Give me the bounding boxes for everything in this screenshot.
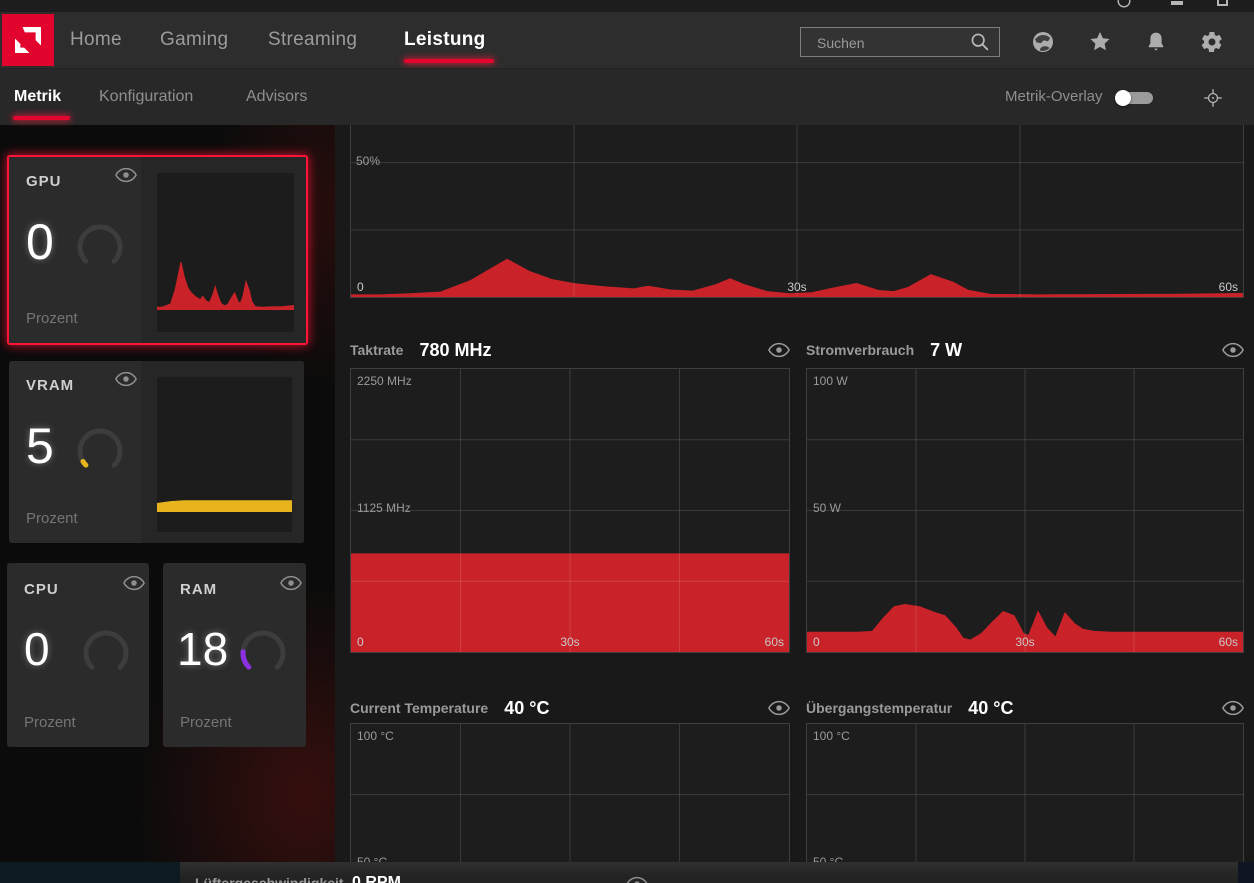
metric-card-ram[interactable]: RAM 18 Prozent xyxy=(163,563,306,747)
active-subtab-underline xyxy=(13,116,70,120)
top-nav: Home Gaming Streaming Leistung xyxy=(0,12,1254,68)
bell-icon[interactable] xyxy=(1144,30,1168,54)
metric-card-gpu[interactable]: GPU 0 Prozent xyxy=(7,155,308,345)
metrik-overlay-toggle[interactable] xyxy=(1115,90,1153,106)
panel-title: Current Temperature xyxy=(350,700,489,716)
star-icon[interactable] xyxy=(1088,30,1112,54)
nav-item-streaming[interactable]: Streaming xyxy=(268,12,357,68)
panel-header-taktrate: Taktrate 780 MHz xyxy=(350,328,790,372)
panel-value: 780 MHz xyxy=(419,339,492,360)
active-tab-underline xyxy=(404,59,494,63)
crosshair-icon[interactable] xyxy=(1203,88,1223,108)
visibility-icon[interactable] xyxy=(1222,342,1244,358)
ram-gauge xyxy=(240,630,286,676)
help-icon[interactable] xyxy=(1117,0,1131,8)
minimize-icon[interactable] xyxy=(1171,1,1183,5)
gpu-card-sparkline-pane xyxy=(141,157,306,343)
metric-value: 0 xyxy=(26,214,54,270)
metric-unit: Prozent xyxy=(180,714,232,731)
globe-icon[interactable] xyxy=(1031,30,1055,54)
metric-value: 0 xyxy=(24,623,50,675)
uebergangstemperatur-chart: 100 °C 50 °C xyxy=(806,723,1244,883)
metric-label: RAM xyxy=(180,581,218,598)
tab-konfiguration[interactable]: Konfiguration xyxy=(99,69,193,125)
visibility-icon[interactable] xyxy=(115,167,137,183)
panel-value: 40 °C xyxy=(968,697,1014,718)
nav-item-gaming[interactable]: Gaming xyxy=(160,12,228,68)
vram-card-sparkline-pane xyxy=(141,361,304,543)
metric-card-cpu[interactable]: CPU 0 Prozent xyxy=(7,563,149,747)
panel-title: Stromverbrauch xyxy=(806,342,915,358)
metric-label: CPU xyxy=(24,581,59,598)
background-strip-right xyxy=(1238,862,1254,883)
search-input[interactable] xyxy=(815,28,959,58)
gpu-utilization-chart: 50% 0 30s 60s xyxy=(350,125,1244,298)
window-titlebar xyxy=(0,0,1254,12)
metric-value: 5 xyxy=(26,418,54,474)
gpu-card-info: GPU 0 Prozent xyxy=(9,157,141,343)
toggle-knob xyxy=(1115,90,1131,106)
background-strip-left xyxy=(0,862,180,883)
metric-card-vram[interactable]: VRAM 5 Prozent xyxy=(9,361,304,543)
panel-value: 0 RPM xyxy=(352,874,401,883)
vram-gauge xyxy=(77,428,123,474)
panel-title: Taktrate xyxy=(350,342,404,358)
nav-item-home[interactable]: Home xyxy=(70,12,122,68)
vram-card-info: VRAM 5 Prozent xyxy=(9,361,141,543)
taktrate-chart: 2250 MHz 1125 MHz 0 30s 60s xyxy=(350,368,790,653)
visibility-icon[interactable] xyxy=(280,575,302,591)
fan-speed-header-partial: Lüftergeschwindigkeit 0 RPM xyxy=(180,862,1238,883)
gear-icon[interactable] xyxy=(1200,30,1224,54)
stromverbrauch-chart: 100 W 50 W 0 30s 60s xyxy=(806,368,1244,653)
metric-label: VRAM xyxy=(26,377,75,394)
tab-advisors[interactable]: Advisors xyxy=(246,69,307,125)
visibility-icon[interactable] xyxy=(115,371,137,387)
search-box xyxy=(800,27,1000,58)
visibility-icon[interactable] xyxy=(626,876,648,883)
cpu-gauge xyxy=(83,630,129,676)
gpu-gauge xyxy=(77,224,123,270)
metric-unit: Prozent xyxy=(26,510,78,527)
metric-unit: Prozent xyxy=(24,714,76,731)
metric-value: 18 xyxy=(177,623,229,675)
current-temperature-chart: 100 °C 50 °C xyxy=(350,723,790,883)
metric-unit: Prozent xyxy=(26,310,78,327)
visibility-icon[interactable] xyxy=(1222,700,1244,716)
search-icon[interactable] xyxy=(969,31,991,53)
panel-value: 40 °C xyxy=(504,697,550,718)
gpu-sparkline xyxy=(157,173,294,310)
panel-title: Lüftergeschwindigkeit xyxy=(195,875,344,883)
visibility-icon[interactable] xyxy=(768,342,790,358)
maximize-icon[interactable] xyxy=(1217,0,1228,6)
panel-value: 7 W xyxy=(930,339,963,360)
panel-title: Übergangstemperatur xyxy=(806,700,953,716)
sub-nav: Metrik Konfiguration Advisors Metrik-Ove… xyxy=(0,68,1254,125)
amd-logo[interactable] xyxy=(2,14,54,66)
metrics-sidebar: GPU 0 Prozent VRAM 5 Prozent CPU 0 Proze… xyxy=(0,125,335,883)
metric-label: GPU xyxy=(26,173,62,190)
visibility-icon[interactable] xyxy=(123,575,145,591)
vram-sparkline xyxy=(157,377,292,512)
panel-header-stromverbrauch: Stromverbrauch 7 W xyxy=(806,328,1244,372)
metrik-overlay-label: Metrik-Overlay xyxy=(1005,88,1103,105)
visibility-icon[interactable] xyxy=(768,700,790,716)
amd-arrow-icon xyxy=(15,27,41,53)
